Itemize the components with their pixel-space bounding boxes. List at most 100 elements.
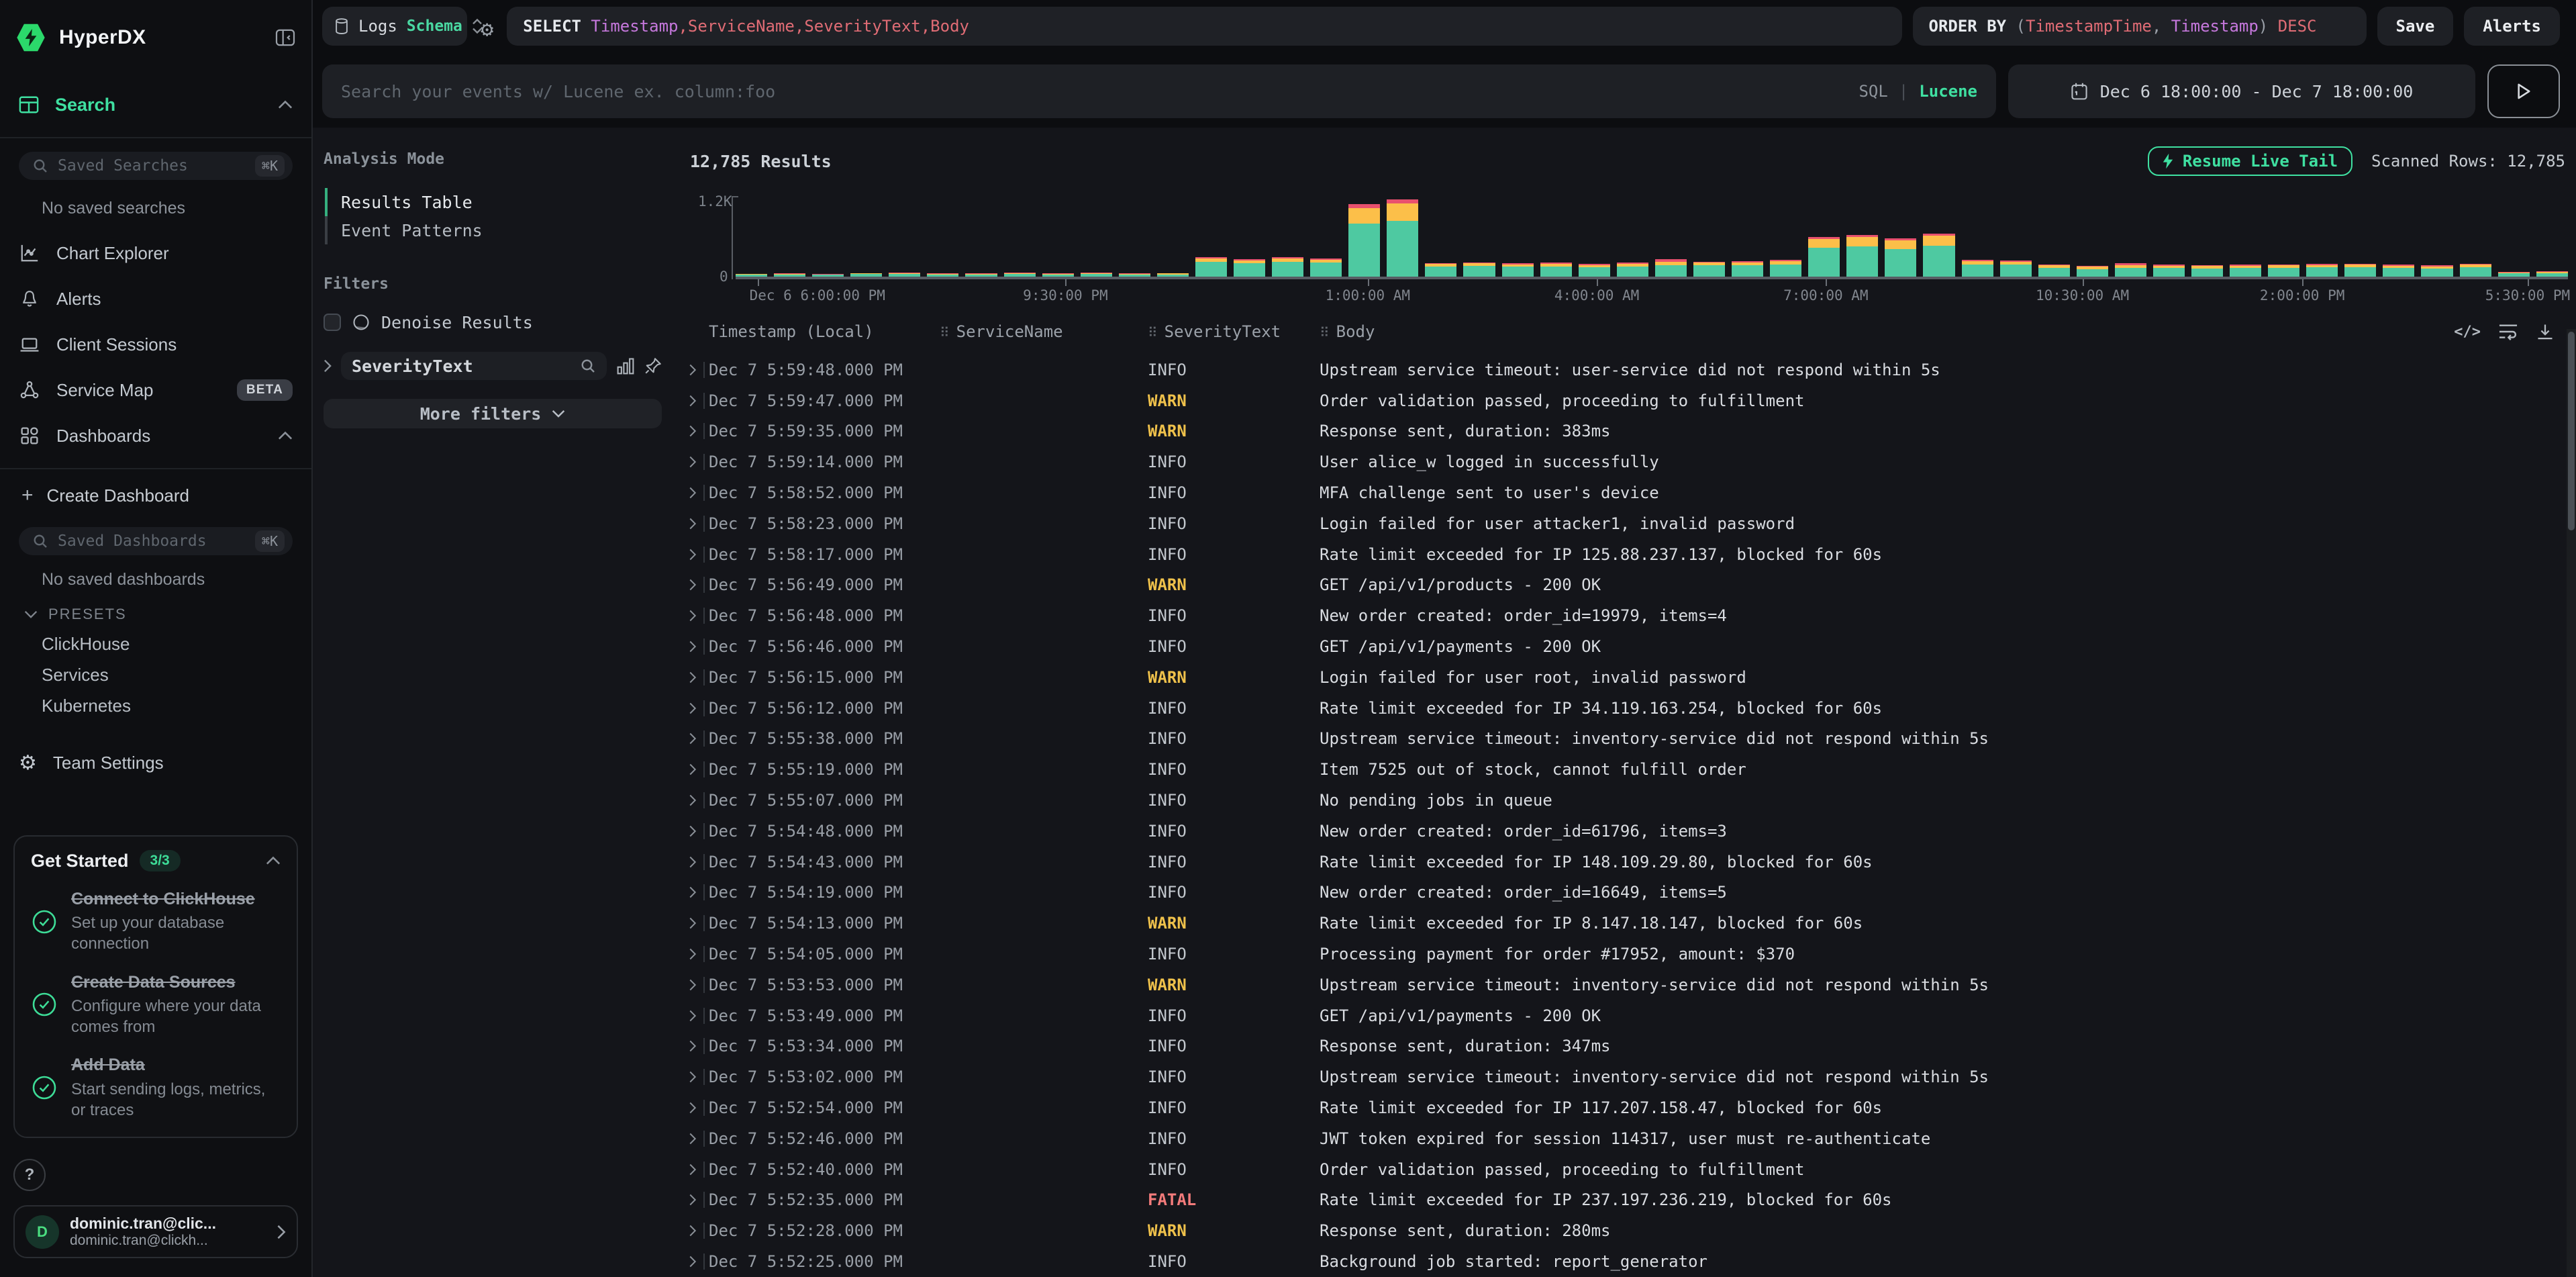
histogram-bar[interactable] xyxy=(1081,273,1112,277)
row-expander[interactable] xyxy=(685,1162,709,1178)
row-expander[interactable] xyxy=(685,1223,709,1239)
histogram-bar[interactable] xyxy=(1348,204,1380,277)
histogram-bar[interactable] xyxy=(2460,264,2491,277)
table-row[interactable]: Dec 7 5:53:34.000 PMINFOResponse sent, d… xyxy=(685,1031,2576,1062)
histogram-bar[interactable] xyxy=(812,274,844,277)
row-expander[interactable] xyxy=(685,393,709,409)
row-expander[interactable] xyxy=(685,792,709,808)
run-query-button[interactable] xyxy=(2487,64,2560,118)
get-started-step[interactable]: Create Data Sources Configure where your… xyxy=(31,972,281,1038)
severity-filter-field[interactable]: SeverityText xyxy=(341,352,607,380)
orderby-input[interactable]: ORDER BY (TimestampTime, Timestamp) DESC xyxy=(1913,7,2367,46)
histogram-bar[interactable] xyxy=(1579,264,1610,277)
row-expander[interactable] xyxy=(685,1100,709,1116)
table-row[interactable]: Dec 7 5:56:15.000 PMWARNLogin failed for… xyxy=(685,662,2576,693)
row-expander[interactable] xyxy=(685,1069,709,1085)
histogram-bar[interactable] xyxy=(1693,262,1725,277)
preset-kubernetes[interactable]: Kubernetes xyxy=(42,696,311,716)
mode-results-table[interactable]: Results Table xyxy=(324,188,662,216)
language-toggle-lucene[interactable]: Lucene xyxy=(1919,82,1977,101)
table-row[interactable]: Dec 7 5:52:28.000 PMWARNResponse sent, d… xyxy=(685,1215,2576,1246)
table-row[interactable]: Dec 7 5:59:47.000 PMWARNOrder validation… xyxy=(685,385,2576,416)
table-row[interactable]: Dec 7 5:53:49.000 PMINFOGET /api/v1/paym… xyxy=(685,1000,2576,1031)
get-started-step[interactable]: Connect to ClickHouse Set up your databa… xyxy=(31,889,281,955)
histogram-bar[interactable] xyxy=(1770,260,1801,277)
sidebar-item-search[interactable]: Search xyxy=(0,89,311,121)
get-started-header[interactable]: Get Started 3/3 xyxy=(31,850,281,871)
table-row[interactable]: Dec 7 5:54:19.000 PMINFONew order create… xyxy=(685,878,2576,908)
histogram-bar[interactable] xyxy=(2421,265,2453,277)
row-expander[interactable] xyxy=(685,1131,709,1147)
table-row[interactable]: Dec 7 5:52:25.000 PMINFOBackground job s… xyxy=(685,1246,2576,1277)
histogram-bar[interactable] xyxy=(1502,263,1534,277)
row-expander[interactable] xyxy=(685,454,709,470)
row-expander[interactable] xyxy=(685,1192,709,1208)
table-row[interactable]: Dec 7 5:55:38.000 PMINFOUpstream service… xyxy=(685,724,2576,755)
pin-icon[interactable] xyxy=(644,357,662,375)
row-expander[interactable] xyxy=(685,761,709,777)
row-expander[interactable] xyxy=(685,577,709,593)
table-row[interactable]: Dec 7 5:54:13.000 PMWARNRate limit excee… xyxy=(685,908,2576,939)
row-expander[interactable] xyxy=(685,362,709,378)
row-expander[interactable] xyxy=(685,700,709,716)
help-button[interactable]: ? xyxy=(13,1159,46,1191)
row-expander[interactable] xyxy=(685,547,709,563)
text-wrap-icon[interactable] xyxy=(2498,322,2518,341)
histogram-bar[interactable] xyxy=(927,273,958,277)
histogram-bar[interactable] xyxy=(2191,265,2223,277)
sidebar-item-dashboards[interactable]: Dashboards xyxy=(0,420,311,452)
histogram-bar[interactable] xyxy=(2536,271,2568,277)
row-expander[interactable] xyxy=(685,638,709,655)
histogram-bar[interactable] xyxy=(1157,273,1189,277)
user-account-card[interactable]: D dominic.tran@clic... dominic.tran@clic… xyxy=(13,1205,298,1258)
table-row[interactable]: Dec 7 5:52:40.000 PMINFOOrder validation… xyxy=(685,1154,2576,1185)
row-expander[interactable] xyxy=(685,854,709,870)
sidebar-item-client-sessions[interactable]: Client Sessions xyxy=(0,328,311,361)
table-row[interactable]: Dec 7 5:55:07.000 PMINFONo pending jobs … xyxy=(685,785,2576,816)
source-settings-gear-icon[interactable]: ⚙ xyxy=(478,7,496,51)
histogram-bar[interactable] xyxy=(2153,265,2185,277)
row-expander[interactable] xyxy=(685,1008,709,1024)
table-row[interactable]: Dec 7 5:56:12.000 PMINFORate limit excee… xyxy=(685,693,2576,724)
histogram-bar[interactable] xyxy=(1808,237,1840,277)
saved-searches-input[interactable]: Saved Searches ⌘K xyxy=(19,152,293,180)
row-expander[interactable] xyxy=(685,1038,709,1054)
histogram-bar[interactable] xyxy=(1195,257,1227,277)
row-expander[interactable] xyxy=(685,730,709,747)
create-dashboard-button[interactable]: + Create Dashboard xyxy=(0,481,311,510)
histogram-bar[interactable] xyxy=(2268,265,2299,277)
histogram-bar[interactable] xyxy=(2383,265,2414,277)
table-row[interactable]: Dec 7 5:56:46.000 PMINFOGET /api/v1/paym… xyxy=(685,631,2576,662)
histogram-bar[interactable] xyxy=(2306,264,2338,277)
row-expander[interactable] xyxy=(685,485,709,501)
chevron-right-icon[interactable] xyxy=(324,359,332,373)
table-row[interactable]: Dec 7 5:54:48.000 PMINFONew order create… xyxy=(685,816,2576,847)
table-row[interactable]: Dec 7 5:59:35.000 PMWARNResponse sent, d… xyxy=(685,416,2576,447)
histogram-bar[interactable] xyxy=(2344,264,2376,277)
histogram-bar[interactable] xyxy=(2000,261,2032,277)
column-header-timestamp[interactable]: Timestamp (Local) xyxy=(709,322,940,341)
presets-toggle[interactable]: PRESETS xyxy=(24,606,311,623)
histogram-bar[interactable] xyxy=(1732,261,1763,277)
table-row[interactable]: Dec 7 5:54:43.000 PMINFORate limit excee… xyxy=(685,847,2576,878)
histogram-bar[interactable] xyxy=(2498,272,2530,277)
histogram-bar[interactable] xyxy=(965,273,997,277)
save-button[interactable]: Save xyxy=(2377,7,2454,46)
preset-services[interactable]: Services xyxy=(42,665,311,685)
get-started-step[interactable]: Add Data Start sending logs, metrics, or… xyxy=(31,1055,281,1121)
saved-dashboards-input[interactable]: Saved Dashboards ⌘K xyxy=(19,527,293,555)
row-expander[interactable] xyxy=(685,915,709,931)
histogram-bar[interactable] xyxy=(774,273,805,277)
sidebar-item-team-settings[interactable]: ⚙ Team Settings xyxy=(0,747,311,779)
row-expander[interactable] xyxy=(685,1254,709,1270)
histogram-bar[interactable] xyxy=(2038,265,2070,277)
denoise-results-row[interactable]: Denoise Results xyxy=(324,310,662,334)
mode-event-patterns[interactable]: Event Patterns xyxy=(324,216,662,244)
table-row[interactable]: Dec 7 5:53:02.000 PMINFOUpstream service… xyxy=(685,1061,2576,1092)
source-selector[interactable]: Logs Schema xyxy=(322,7,467,46)
table-row[interactable]: Dec 7 5:53:53.000 PMWARNUpstream service… xyxy=(685,969,2576,1000)
table-row[interactable]: Dec 7 5:58:23.000 PMINFOLogin failed for… xyxy=(685,508,2576,539)
select-query-input[interactable]: SELECT Timestamp,ServiceName,SeverityTex… xyxy=(507,7,1901,46)
date-range-picker[interactable]: Dec 6 18:00:00 - Dec 7 18:00:00 xyxy=(2008,64,2475,118)
histogram-bar[interactable] xyxy=(2115,263,2146,277)
